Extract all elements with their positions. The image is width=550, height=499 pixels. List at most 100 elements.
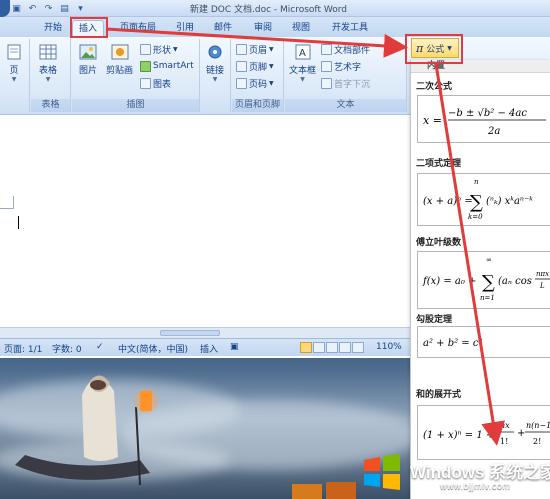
page-number-button-label: 页码 (249, 79, 268, 90)
group-pages: 页 ▼ (0, 39, 30, 112)
quick-parts-label: 文档部件 (334, 45, 371, 56)
outline-view-button[interactable] (339, 342, 351, 353)
scroll-thumb[interactable] (160, 330, 220, 336)
chart-icon (140, 77, 151, 89)
smartart-button[interactable]: SmartArt (140, 59, 194, 73)
tab-home[interactable]: 开始 (38, 20, 68, 36)
web-layout-view-button[interactable] (326, 342, 338, 353)
text-cursor (18, 216, 19, 229)
office-button[interactable] (0, 0, 10, 17)
macro-record-icon[interactable]: ▣ (230, 342, 239, 352)
redo-icon[interactable]: ↷ (42, 2, 55, 15)
draft-view-button[interactable] (352, 342, 364, 353)
horizontal-scrollbar[interactable] (0, 327, 410, 338)
equation-quadratic[interactable]: x = −b ± √b² − 4ac 2a (417, 95, 550, 143)
svg-text:∞: ∞ (486, 256, 492, 264)
quick-parts-button[interactable]: 文档部件 (321, 42, 370, 56)
gallery-item-title: 勾股定理 (416, 315, 453, 325)
svg-text:k=0: k=0 (468, 213, 483, 221)
svg-text:2a: 2a (487, 126, 500, 137)
svg-text:2!: 2! (533, 437, 541, 446)
smartart-icon (140, 60, 151, 72)
svg-text:(x + a)ⁿ =: (x + a)ⁿ = (423, 196, 473, 207)
zoom-level[interactable]: 110% (376, 342, 402, 352)
clipart-button[interactable]: 剪贴画 (106, 41, 133, 76)
tab-mailings[interactable]: 邮件 (208, 20, 238, 36)
svg-text:A: A (299, 48, 306, 59)
equation-binomial-formula: (x + a)ⁿ = n ∑ k=0 (ⁿₖ) xᵏaⁿ⁻ᵏ (423, 178, 533, 221)
chevron-down-icon: ▼ (173, 45, 178, 53)
links-button[interactable]: 链接 ▼ (205, 41, 225, 83)
dropcap-button[interactable]: 首字下沉 (321, 76, 370, 90)
wordart-label: 艺术字 (334, 62, 362, 73)
equation-pythagorean[interactable]: a² + b² = c² (417, 326, 550, 358)
chevron-down-icon: ▼ (269, 79, 274, 87)
group-label-illustrations: 插图 (72, 99, 199, 112)
group-header-footer: 页眉 ▼ 页脚 ▼ 页码 ▼ 页眉和页脚 (232, 39, 284, 112)
site-watermark: Windows 系统之家 www.bjjmlv.com (348, 446, 550, 499)
page-button-label: 页 (9, 66, 19, 76)
full-screen-view-button[interactable] (313, 342, 325, 353)
footer-button[interactable]: 页脚 ▼ (236, 59, 274, 73)
equation-binomial[interactable]: (x + a)ⁿ = n ∑ k=0 (ⁿₖ) xᵏaⁿ⁻ᵏ (417, 173, 550, 226)
document-canvas[interactable] (0, 116, 410, 329)
textbox-button[interactable]: A 文本框 ▼ (289, 41, 316, 83)
header-button-label: 页眉 (249, 45, 268, 56)
tab-page-layout[interactable]: 页面布局 (114, 20, 162, 36)
wordart-button[interactable]: 艺术字 (321, 59, 361, 73)
svg-text:(aₙ cos: (aₙ cos (498, 276, 532, 287)
print-icon[interactable]: ▤ (58, 2, 71, 15)
group-illustrations: 图片 剪贴画 形状 ▼ SmartArt 图表 插图 (72, 39, 200, 112)
group-label-header-footer: 页眉和页脚 (232, 99, 283, 112)
page-icon (4, 43, 24, 61)
save-icon[interactable]: ▣ (10, 2, 23, 15)
header-button[interactable]: 页眉 ▼ (236, 42, 274, 56)
equation-pythagorean-formula: a² + b² = c² (423, 338, 482, 349)
word-count[interactable]: 字数: 0 (52, 342, 82, 355)
insert-mode[interactable]: 插入 (200, 342, 218, 355)
svg-text:(ⁿₖ) xᵏaⁿ⁻ᵏ: (ⁿₖ) xᵏaⁿ⁻ᵏ (486, 196, 533, 207)
margin-marker (0, 208, 14, 209)
svg-text:nπx: nπx (536, 270, 549, 278)
picture-icon (78, 43, 98, 61)
svg-text:∑: ∑ (482, 272, 495, 293)
undo-icon[interactable]: ↶ (26, 2, 39, 15)
chevron-down-icon: ▼ (269, 62, 274, 70)
language-indicator[interactable]: 中文(简体，中国) (118, 342, 188, 355)
chart-button[interactable]: 图表 (140, 76, 171, 90)
cover-page-button[interactable]: 页 ▼ (4, 41, 24, 83)
svg-text:∑: ∑ (470, 192, 483, 213)
gallery-item-title: 傅立叶级数 (416, 238, 462, 248)
tab-references[interactable]: 引用 (170, 20, 200, 36)
svg-text:1!: 1! (500, 437, 508, 446)
svg-text:n: n (474, 178, 479, 186)
title-bar: ▣ ↶ ↷ ▤ ▾ 新建 DOC 文档.doc - Microsoft Word (0, 0, 550, 17)
page-number-button[interactable]: 页码 ▼ (236, 76, 274, 90)
svg-text:a² + b² = c²: a² + b² = c² (423, 338, 482, 349)
tab-review[interactable]: 审阅 (248, 20, 278, 36)
insert-tab-highlight (70, 17, 108, 38)
header-icon (236, 43, 247, 55)
footer-button-label: 页脚 (249, 62, 268, 73)
shapes-button[interactable]: 形状 ▼ (140, 42, 178, 56)
window-title: 新建 DOC 文档.doc - Microsoft Word (190, 5, 347, 15)
tab-view[interactable]: 视图 (286, 20, 316, 36)
customize-qat-icon[interactable]: ▾ (74, 2, 87, 15)
chevron-down-icon: ▼ (300, 76, 305, 83)
equation-fourier[interactable]: f(x) = a₀ + ∞ ∑ n=1 (aₙ cos nπx L (417, 251, 550, 309)
equation-button-highlight (405, 34, 463, 64)
svg-text:x =: x = (423, 114, 442, 127)
print-layout-view-button[interactable] (300, 342, 312, 353)
table-button[interactable]: 表格 ▼ (38, 41, 58, 83)
svg-text:f(x) = a₀ +: f(x) = a₀ + (422, 276, 476, 287)
svg-text:n(n−1: n(n−1 (526, 421, 550, 430)
spellcheck-icon[interactable]: ✓ (96, 342, 104, 352)
tab-developer[interactable]: 开发工具 (326, 20, 374, 36)
svg-text:nx: nx (500, 421, 510, 430)
page-count[interactable]: 页面: 1/1 (4, 342, 42, 355)
dropcap-icon (321, 77, 332, 89)
chart-button-label: 图表 (153, 79, 172, 90)
dropcap-label: 首字下沉 (334, 79, 371, 90)
shapes-icon (140, 43, 151, 55)
picture-button[interactable]: 图片 (78, 41, 98, 76)
